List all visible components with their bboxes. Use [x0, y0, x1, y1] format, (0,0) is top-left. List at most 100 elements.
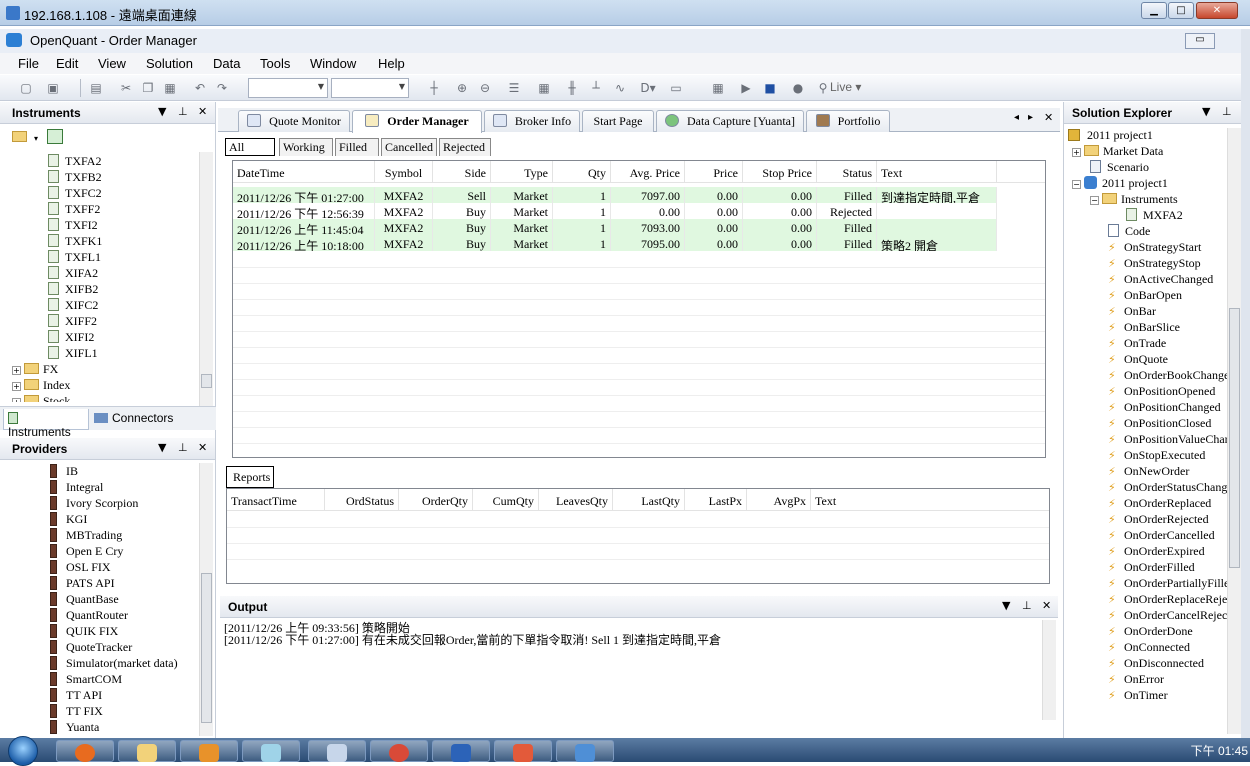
- tree-item-event[interactable]: ⚡ OnPositionChanged: [1108, 400, 1221, 416]
- toolbar-combo-1[interactable]: ▼: [248, 78, 328, 98]
- column-header[interactable]: TransactTime: [227, 489, 325, 510]
- provider-item[interactable]: TT FIX: [50, 704, 103, 720]
- column-header[interactable]: LastPx: [685, 489, 747, 510]
- tab-cancelled[interactable]: Cancelled: [381, 138, 437, 156]
- providers-scrollbar[interactable]: [199, 463, 213, 736]
- tree-item-event[interactable]: ⚡ OnNewOrder: [1108, 464, 1189, 480]
- column-header[interactable]: Stop Price: [743, 161, 817, 182]
- provider-item[interactable]: QuantRouter: [50, 608, 128, 624]
- tree-item-event[interactable]: ⚡ OnOrderDone: [1108, 624, 1193, 640]
- column-header[interactable]: Type: [491, 161, 553, 182]
- menu-view[interactable]: View: [98, 56, 126, 71]
- column-header[interactable]: Side: [433, 161, 491, 182]
- tree-item-event[interactable]: ⚡ OnError: [1108, 672, 1164, 688]
- column-header[interactable]: OrdStatus: [325, 489, 399, 510]
- open-folder-icon[interactable]: [12, 131, 27, 142]
- close-button[interactable]: ✕: [1196, 2, 1238, 19]
- tree-item-event[interactable]: ⚡ OnBarOpen: [1108, 288, 1182, 304]
- crosshair-icon[interactable]: ┼: [426, 80, 442, 96]
- tab-quote-monitor[interactable]: Quote Monitor: [238, 110, 350, 132]
- tab-rejected[interactable]: Rejected: [439, 138, 491, 156]
- maximize-button[interactable]: □: [1168, 2, 1194, 19]
- tree-item-event[interactable]: ⚡ OnQuote: [1108, 352, 1168, 368]
- zoom-out-icon[interactable]: ⊖: [477, 80, 493, 96]
- tab-order-manager[interactable]: Order Manager: [352, 110, 482, 133]
- tree-item-instrument[interactable]: XIFL1: [48, 346, 98, 362]
- output-scrollbar[interactable]: [1042, 620, 1056, 720]
- column-header[interactable]: Symbol: [375, 161, 433, 182]
- taskbar-firefox[interactable]: [56, 740, 114, 762]
- taskbar-app[interactable]: [242, 740, 300, 762]
- provider-item[interactable]: Ivory Scorpion: [50, 496, 138, 512]
- column-header[interactable]: Text: [811, 489, 1049, 510]
- tab-instruments[interactable]: Instruments: [3, 409, 89, 439]
- column-header[interactable]: Price: [685, 161, 743, 182]
- collapse-icon[interactable]: −: [1090, 196, 1099, 205]
- tree-item-instrument[interactable]: MXFA2: [1126, 208, 1183, 224]
- tree-item-instrument[interactable]: TXFB2: [48, 170, 102, 186]
- toolbar-combo-2[interactable]: ▼: [331, 78, 409, 98]
- tree-item-code[interactable]: Code: [1108, 224, 1150, 240]
- record-icon[interactable]: ●: [790, 80, 806, 96]
- tree-item-event[interactable]: ⚡ OnStrategyStop: [1108, 256, 1201, 272]
- live-dropdown[interactable]: Live ▾: [830, 80, 861, 94]
- column-header[interactable]: OrderQty: [399, 489, 473, 510]
- tree-item-event[interactable]: ⚡ OnBarSlice: [1108, 320, 1180, 336]
- tree-item-event[interactable]: ⚡ OnStopExecuted: [1108, 448, 1205, 464]
- panel-close-icon[interactable]: ✕: [1042, 599, 1051, 612]
- tab-reports[interactable]: Reports: [226, 466, 274, 488]
- menu-tools[interactable]: Tools: [260, 56, 290, 71]
- column-header[interactable]: LastQty: [613, 489, 685, 510]
- menu-data[interactable]: Data: [213, 56, 240, 71]
- tree-item-event[interactable]: ⚡ OnDisconnected: [1108, 656, 1204, 672]
- undo-icon[interactable]: ↶: [192, 80, 208, 96]
- provider-item[interactable]: OSL FIX: [50, 560, 111, 576]
- grid-icon[interactable]: ▦: [536, 80, 552, 96]
- scrollbar-thumb[interactable]: [201, 374, 212, 388]
- expand-icon[interactable]: +: [12, 366, 21, 375]
- folder-dropdown-icon[interactable]: ▾: [34, 134, 38, 143]
- panel-close-icon[interactable]: ✕: [198, 441, 207, 454]
- provider-item[interactable]: TT API: [50, 688, 102, 704]
- tree-item-event[interactable]: ⚡ OnPositionClosed: [1108, 416, 1211, 432]
- zoom-in-icon[interactable]: ⊕: [454, 80, 470, 96]
- tree-item-event[interactable]: ⚡ OnBar: [1108, 304, 1156, 320]
- tree-item-instrument[interactable]: XIFA2: [48, 266, 98, 282]
- collapse-icon[interactable]: −: [1072, 180, 1081, 189]
- pin-icon[interactable]: ⊥: [178, 441, 188, 454]
- tree-item-instrument[interactable]: TXFK1: [48, 234, 102, 250]
- calculator-icon[interactable]: ▦: [710, 80, 726, 96]
- menu-solution[interactable]: Solution: [146, 56, 193, 71]
- scrollbar-thumb[interactable]: [1229, 308, 1240, 568]
- redo-icon[interactable]: ↷: [214, 80, 230, 96]
- tree-item-event[interactable]: ⚡ OnPositionOpened: [1108, 384, 1215, 400]
- tree-item-event[interactable]: ⚡ OnOrderPartiallyFille: [1108, 576, 1228, 592]
- tree-item-event[interactable]: ⚡ OnOrderRejected: [1108, 512, 1209, 528]
- tab-start-page[interactable]: Start Page: [582, 110, 654, 132]
- tree-item-instrument[interactable]: XIFI2: [48, 330, 94, 346]
- bar-chart-icon[interactable]: ╫: [564, 80, 580, 96]
- tab-data-capture[interactable]: Data Capture [Yuanta]: [656, 110, 804, 132]
- column-header[interactable]: DateTime: [233, 161, 375, 182]
- minimize-button[interactable]: ▁: [1141, 2, 1167, 19]
- step-chart-icon[interactable]: ┴: [588, 80, 604, 96]
- expand-icon[interactable]: +: [12, 398, 21, 402]
- taskbar-media[interactable]: [180, 740, 238, 762]
- tree-item-event[interactable]: ⚡ OnOrderReplaceReje: [1108, 592, 1227, 608]
- provider-item[interactable]: PATS API: [50, 576, 115, 592]
- column-header[interactable]: LeavesQty: [539, 489, 613, 510]
- paste-icon[interactable]: ▦: [162, 80, 178, 96]
- tree-item-event[interactable]: ⚡ OnStrategyStart: [1108, 240, 1201, 256]
- tree-item-instrument[interactable]: TXFI2: [48, 218, 98, 234]
- tree-item-instruments[interactable]: − Instruments: [1090, 192, 1178, 208]
- taskbar-chrome[interactable]: [370, 740, 428, 762]
- provider-item[interactable]: QuantBase: [50, 592, 119, 608]
- scrollbar-thumb[interactable]: [201, 573, 212, 723]
- tab-all[interactable]: All: [225, 138, 275, 156]
- tree-item-instrument[interactable]: TXFF2: [48, 202, 100, 218]
- tab-scroll-right-icon[interactable]: ▸: [1028, 112, 1033, 123]
- tree-folder-stock[interactable]: + Stock: [12, 394, 70, 402]
- pin-icon[interactable]: ⊥: [1222, 105, 1232, 118]
- provider-item[interactable]: SmartCOM: [50, 672, 122, 688]
- panel-close-icon[interactable]: ✕: [198, 105, 207, 118]
